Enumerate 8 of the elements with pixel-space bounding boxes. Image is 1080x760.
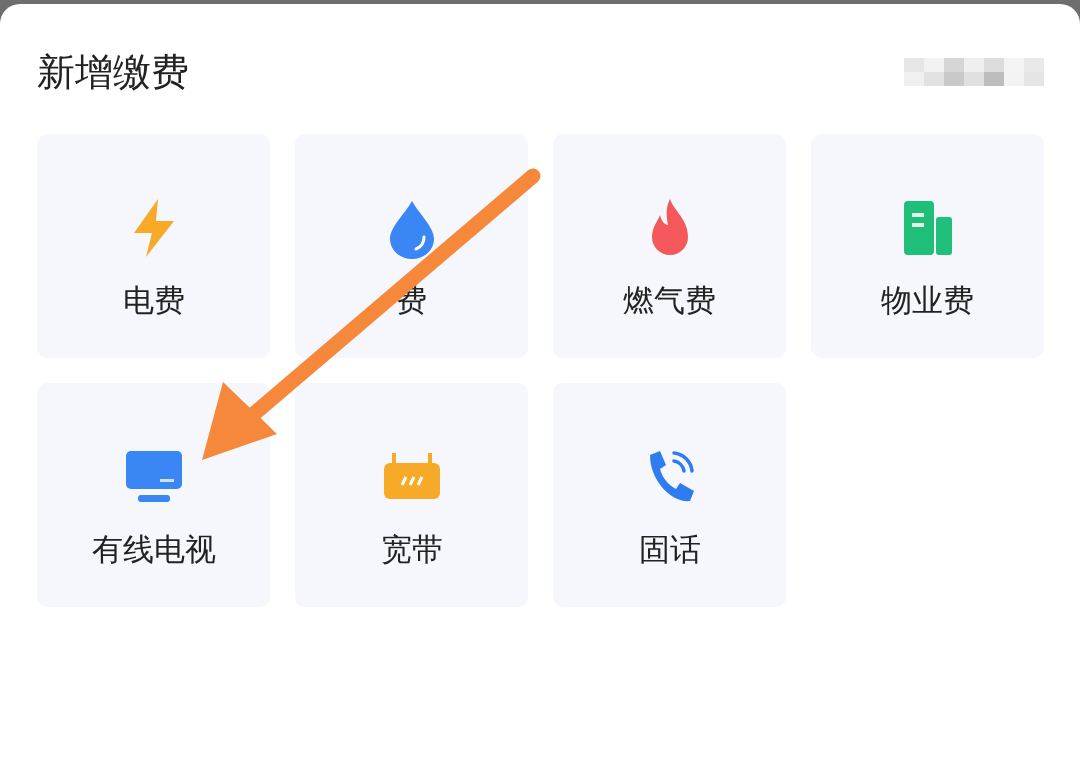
television-icon	[123, 449, 184, 505]
payment-tile[interactable]: 电费	[37, 134, 270, 358]
payment-tile[interactable]: 燃气费	[553, 134, 786, 358]
payment-tile[interactable]: 宽带	[295, 383, 528, 607]
payment-tile[interactable]: 物业费	[811, 134, 1044, 358]
payment-tile[interactable]: 有线电视	[37, 383, 270, 607]
sheet-title: 新增缴费	[37, 48, 189, 96]
payment-tile[interactable]: 固话	[553, 383, 786, 607]
